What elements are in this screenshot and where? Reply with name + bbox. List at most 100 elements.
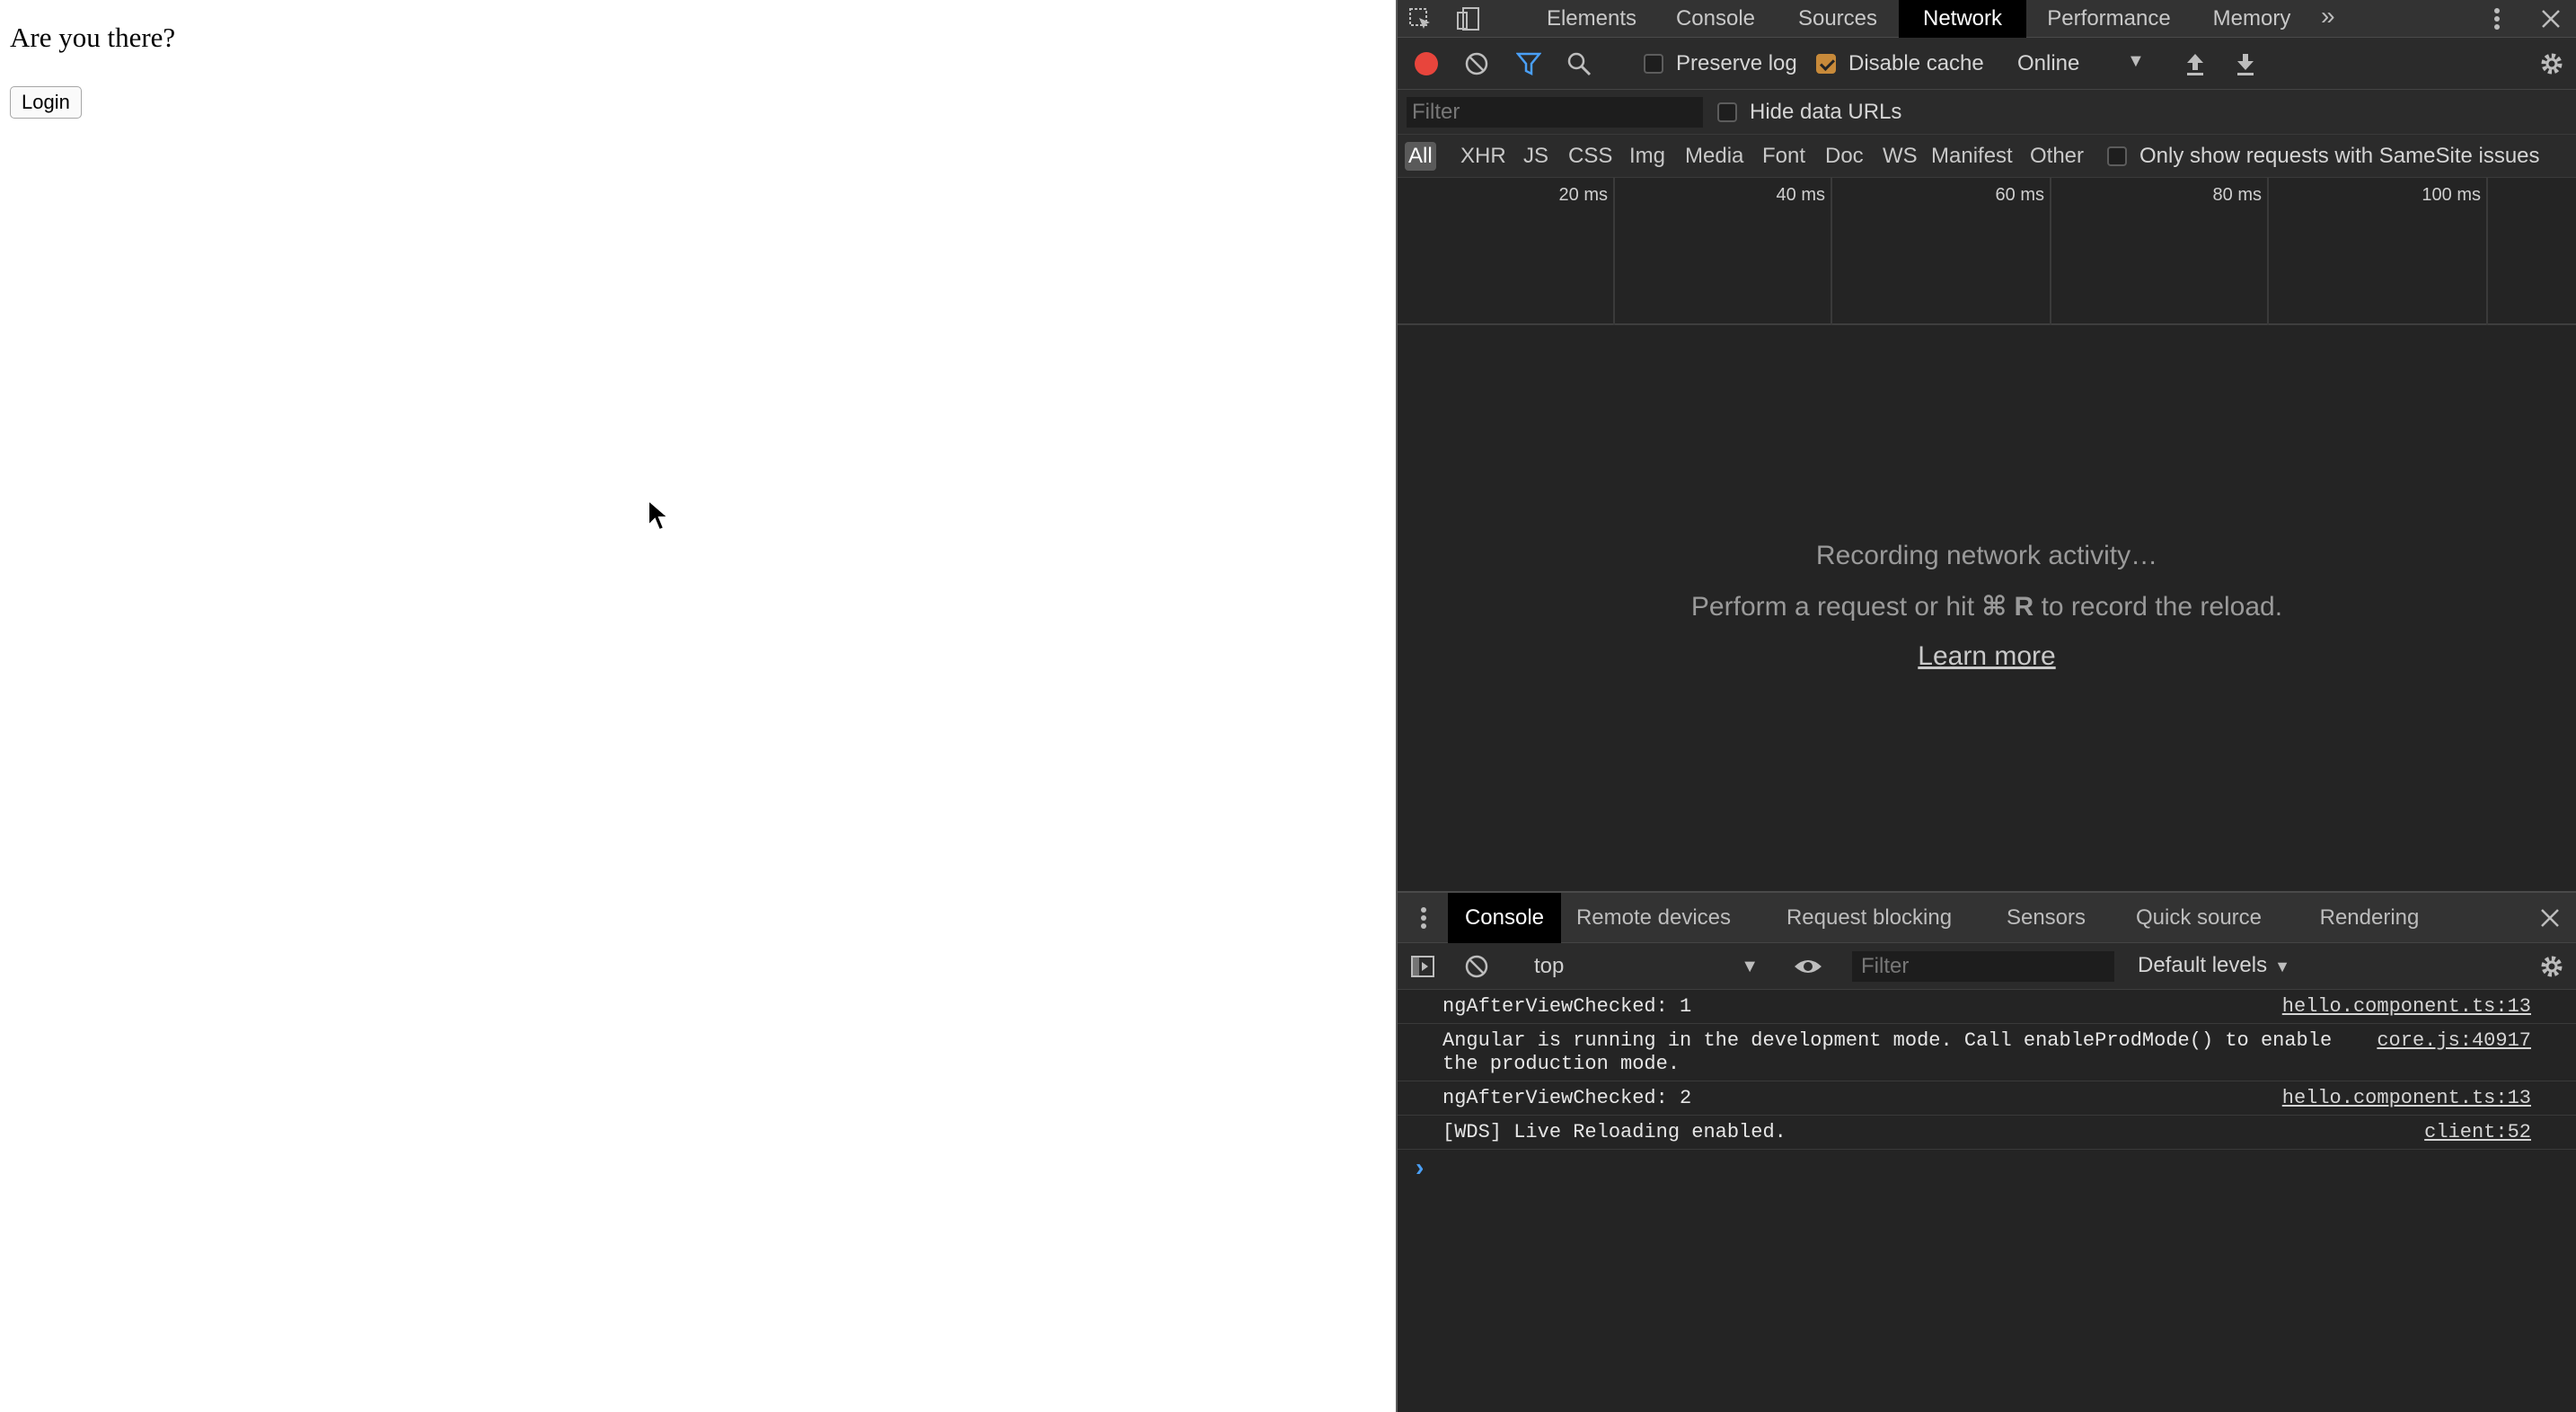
console-toolbar: top ▼ Default levels ▼	[1398, 943, 2576, 990]
console-filter-input[interactable]	[1852, 951, 2114, 982]
hide-data-urls-label: Hide data URLs	[1750, 100, 1902, 124]
clear-console-icon[interactable]	[1464, 954, 1489, 979]
filter-icon[interactable]	[1516, 51, 1541, 76]
timeline-tick-label: 40 ms	[1776, 185, 1825, 205]
tab-elements[interactable]: Elements	[1532, 0, 1651, 38]
close-devtools-icon[interactable]	[2540, 8, 2562, 30]
timeline-tick-label: 60 ms	[1995, 185, 2044, 205]
console-message-source-link[interactable]: hello.component.ts:13	[2282, 1087, 2531, 1110]
reload-hint-before: Perform a request or hit	[1690, 592, 1982, 622]
type-filter-js[interactable]: JS	[1520, 142, 1552, 171]
timeline-gridline	[2486, 178, 2488, 325]
console-message-source-link[interactable]: core.js:40917	[2377, 1029, 2531, 1053]
type-filter-other[interactable]: Other	[2026, 142, 2087, 171]
console-messages: ngAfterViewChecked: 1 hello.component.ts…	[1398, 990, 2576, 1412]
console-message: ngAfterViewChecked: 1 hello.component.ts…	[1398, 990, 2576, 1024]
console-message-source-link[interactable]: hello.component.ts:13	[2282, 995, 2531, 1019]
drawer-tab-quick-source[interactable]: Quick source	[2123, 893, 2274, 943]
drawer-tab-sensors[interactable]: Sensors	[1998, 893, 2095, 943]
execution-context-select[interactable]: top ▼	[1523, 950, 1766, 983]
type-filter-manifest[interactable]: Manifest	[1928, 142, 2016, 171]
console-sidebar-icon[interactable]	[1410, 954, 1435, 979]
drawer-menu-icon[interactable]	[1419, 905, 1428, 931]
type-filter-css[interactable]: CSS	[1565, 142, 1616, 171]
timeline-tick-label: 80 ms	[2212, 185, 2262, 205]
preserve-log-checkbox[interactable]	[1644, 54, 1663, 74]
tab-network[interactable]: Network	[1899, 0, 2026, 38]
log-levels-value: Default levels	[2138, 953, 2268, 977]
console-prompt-icon[interactable]: ›	[1416, 1153, 1424, 1182]
console-message: [WDS] Live Reloading enabled. client:52	[1398, 1116, 2576, 1150]
type-filter-all[interactable]: All	[1405, 142, 1436, 171]
inspect-element-icon[interactable]	[1407, 5, 1434, 32]
timeline-tick-label: 100 ms	[2422, 185, 2481, 205]
preserve-log-label: Preserve log	[1676, 51, 1797, 75]
tab-performance[interactable]: Performance	[2030, 0, 2188, 38]
reload-hint: Perform a request or hit ⌘ R to record t…	[1398, 591, 2576, 622]
chevron-down-icon: ▼	[2274, 958, 2290, 975]
kebab-menu-icon[interactable]	[2492, 5, 2502, 32]
import-har-icon[interactable]	[2184, 51, 2206, 76]
drawer-tab-rendering[interactable]: Rendering	[2310, 893, 2429, 943]
type-filter-ws[interactable]: WS	[1879, 142, 1921, 171]
record-icon[interactable]	[1414, 51, 1439, 76]
devtools-tabbar: Elements Console Sources Network Perform…	[1398, 0, 2576, 38]
timeline-gridline	[1831, 178, 1832, 325]
search-icon[interactable]	[1566, 51, 1592, 76]
close-drawer-icon[interactable]	[2540, 908, 2560, 928]
recording-status-text: Recording network activity…	[1815, 541, 2158, 570]
throttling-select[interactable]: Online	[2017, 51, 2079, 76]
drawer-tabbar: Console Remote devices Request blocking …	[1398, 891, 2576, 943]
type-filter-xhr[interactable]: XHR	[1457, 142, 1510, 171]
timeline-tick-label: 20 ms	[1558, 185, 1608, 205]
export-har-icon[interactable]	[2235, 51, 2256, 76]
console-message-source-link[interactable]: client:52	[2424, 1121, 2531, 1144]
type-filter-font[interactable]: Font	[1759, 142, 1809, 171]
console-message: Angular is running in the development mo…	[1398, 1024, 2576, 1081]
network-filter-input[interactable]	[1407, 97, 1703, 128]
login-button[interactable]: Login	[10, 86, 82, 119]
chevron-down-icon[interactable]: ▼	[2127, 51, 2145, 72]
drawer-tab-console[interactable]: Console	[1448, 893, 1561, 943]
reload-shortcut-keys: ⌘ R	[1981, 592, 2034, 622]
network-settings-gear-icon[interactable]	[2538, 50, 2565, 77]
page-viewport: Are you there? Login	[0, 0, 1396, 1412]
tab-console[interactable]: Console	[1660, 0, 1771, 38]
disable-cache-label: Disable cache	[1848, 51, 1984, 75]
execution-context-value: top	[1534, 954, 1565, 978]
network-filter-row: Hide data URLs	[1398, 90, 2576, 135]
device-toolbar-icon[interactable]	[1455, 5, 1482, 32]
console-message: ngAfterViewChecked: 2 hello.component.ts…	[1398, 1081, 2576, 1116]
timeline-gridline	[1613, 178, 1615, 325]
reload-hint-after: to record the reload.	[2033, 592, 2283, 622]
page-heading: Are you there?	[10, 22, 176, 53]
network-empty-state: Recording network activity… Perform a re…	[1398, 325, 2576, 891]
drawer-tab-request-blocking[interactable]: Request blocking	[1773, 893, 1965, 943]
timeline-gridline	[2050, 178, 2051, 325]
hide-data-urls-checkbox[interactable]	[1717, 102, 1737, 122]
type-filter-doc[interactable]: Doc	[1822, 142, 1867, 171]
network-toolbar: Preserve log Disable cache Online ▼	[1398, 38, 2576, 90]
more-tabs-icon[interactable]: »	[2321, 2, 2335, 31]
console-settings-gear-icon[interactable]	[2538, 953, 2565, 980]
mouse-cursor-icon	[648, 499, 671, 532]
tab-sources[interactable]: Sources	[1782, 0, 1893, 38]
samesite-checkbox[interactable]	[2107, 146, 2127, 166]
type-filter-img[interactable]: Img	[1626, 142, 1669, 171]
console-message-text: Angular is running in the development mo…	[1442, 1029, 2333, 1075]
clear-icon[interactable]	[1464, 51, 1489, 76]
drawer-tab-remote-devices[interactable]: Remote devices	[1568, 893, 1739, 943]
console-message-text: ngAfterViewChecked: 1	[1442, 995, 1692, 1018]
disable-cache-checkbox[interactable]	[1816, 54, 1836, 74]
timeline-gridline	[2267, 178, 2269, 325]
console-message-text: [WDS] Live Reloading enabled.	[1442, 1121, 1786, 1143]
network-timeline-overview[interactable]: 20 ms 40 ms 60 ms 80 ms 100 ms	[1398, 178, 2576, 325]
type-filter-media[interactable]: Media	[1681, 142, 1747, 171]
devtools-panel: Elements Console Sources Network Perform…	[1396, 0, 2576, 1412]
learn-more-link[interactable]: Learn more	[1398, 641, 2576, 672]
console-message-text: ngAfterViewChecked: 2	[1442, 1087, 1692, 1109]
resource-type-filter-row: All XHR JS CSS Img Media Font Doc WS Man…	[1398, 135, 2576, 178]
log-levels-select[interactable]: Default levels ▼	[2138, 953, 2290, 978]
tab-memory[interactable]: Memory	[2193, 0, 2310, 38]
live-expression-eye-icon[interactable]	[1793, 954, 1823, 979]
